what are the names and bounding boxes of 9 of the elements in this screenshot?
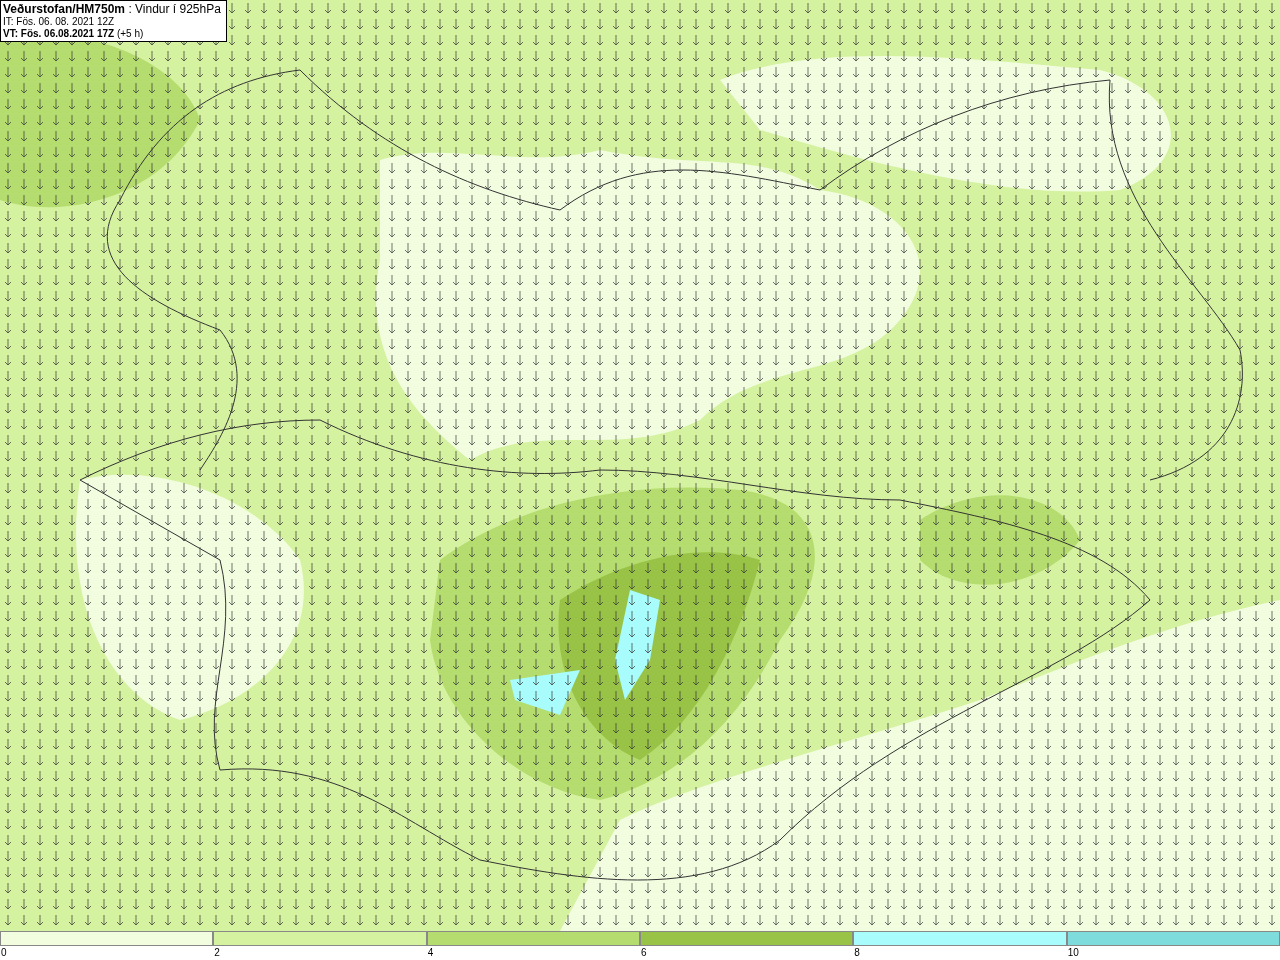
time-label: VT: Fös. 06.08.2021 17Z (+5 h) — [3, 28, 145, 40]
chart-title: Veðurstofan/HM750m : Vindur í 925hPa — [3, 2, 222, 16]
legend-tick-label: 10 — [1067, 946, 1079, 960]
legend-tick-label: 2 — [214, 946, 220, 960]
legend-tick-label: 0 — [1, 946, 7, 960]
legend-tick-label: 8 — [854, 946, 860, 960]
legend-tick-label: 4 — [427, 946, 434, 960]
legend-tick-label: 6 — [641, 946, 647, 960]
time-label: IT: Fös. 06. 08. 2021 12Z — [3, 16, 116, 28]
